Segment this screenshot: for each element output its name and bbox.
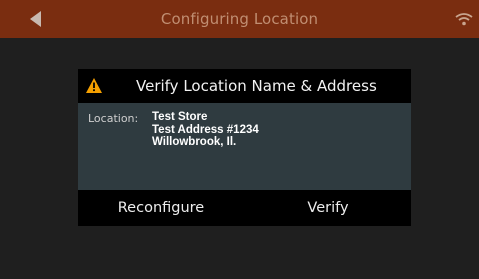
location-label: Location: — [88, 112, 139, 125]
location-name: Test Store — [152, 111, 208, 123]
warning-icon — [86, 78, 102, 93]
location-address: Test Address #1234 — [152, 123, 259, 136]
wifi-icon — [455, 13, 473, 26]
location-details: Test Store Test Address #1234 Willowbroo… — [152, 111, 259, 149]
dialog-body: Location: Test Store Test Address #1234 … — [78, 103, 411, 190]
verify-button[interactable]: Verify — [245, 190, 411, 226]
page-title: Configuring Location — [160, 10, 319, 28]
reconfigure-button[interactable]: Reconfigure — [78, 190, 244, 226]
back-button[interactable] — [28, 11, 44, 27]
dialog-title: Verify Location Name & Address — [136, 77, 377, 95]
dialog-header: Verify Location Name & Address — [78, 69, 411, 103]
verify-location-dialog: Verify Location Name & Address Location:… — [78, 69, 411, 226]
location-city: Willowbrook, Il. — [152, 136, 237, 148]
top-bar: Configuring Location — [0, 0, 479, 38]
back-arrow-icon — [30, 11, 41, 27]
dialog-footer: Reconfigure Verify — [78, 190, 411, 226]
